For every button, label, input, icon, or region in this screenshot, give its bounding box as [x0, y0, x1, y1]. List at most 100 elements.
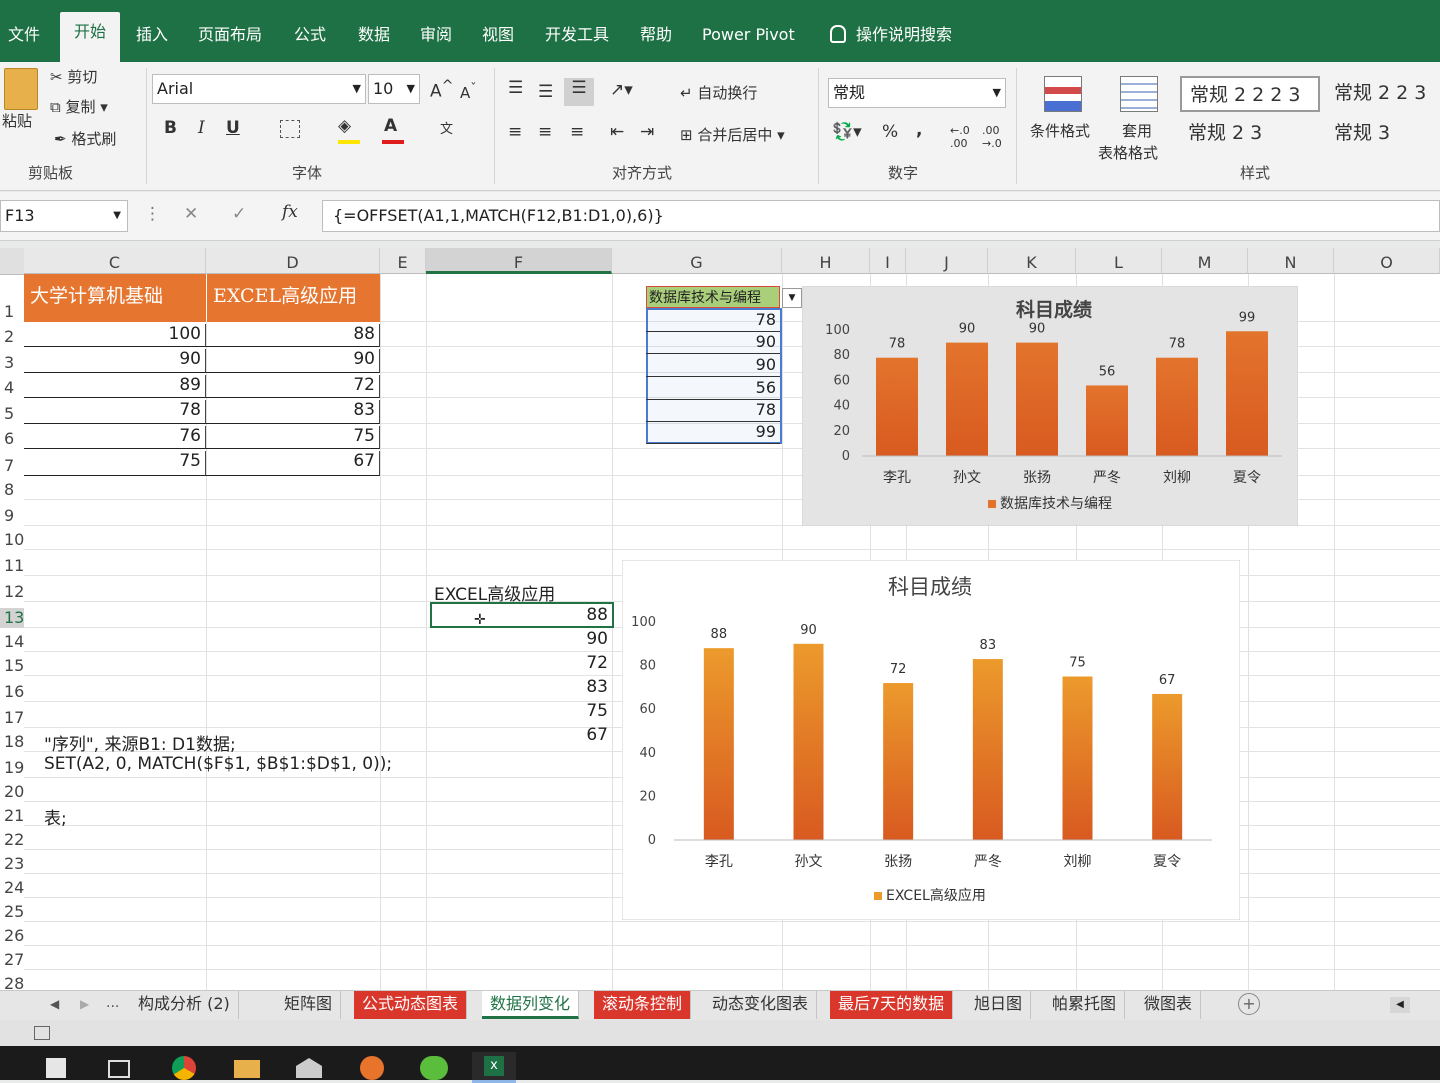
table-header-d[interactable]: EXCEL高级应用 [206, 274, 380, 322]
row-header[interactable]: 25 [0, 902, 24, 922]
align-bottom-icon[interactable]: ☰ [564, 78, 594, 106]
column-header-h[interactable]: H [782, 248, 870, 274]
cell-style-3[interactable]: 常规 2 3 [1180, 116, 1320, 152]
font-size-select[interactable]: 10 ▼ [368, 74, 420, 104]
more-options-icon[interactable]: ⋮ [144, 204, 161, 224]
table-format-label-2[interactable]: 表格格式 [1098, 142, 1158, 163]
copy-button[interactable]: ⧉ 复制 ▾ [50, 96, 108, 117]
sheet-tab[interactable]: 微图表 [1136, 991, 1202, 1019]
row-header[interactable]: 4 [0, 378, 24, 398]
macro-record-icon[interactable] [34, 1026, 50, 1040]
table-cell[interactable]: 83 [206, 400, 380, 424]
tab-developer[interactable]: 开发工具 [537, 20, 617, 62]
row-header[interactable]: 23 [0, 854, 24, 874]
italic-button[interactable]: I [198, 118, 205, 138]
tab-data[interactable]: 数据 [350, 20, 398, 62]
column-header-o[interactable]: O [1334, 248, 1440, 274]
add-sheet-icon[interactable]: + [1238, 993, 1260, 1015]
row-header[interactable]: 1 [0, 302, 24, 322]
excel-taskbar-button[interactable]: x [472, 1052, 516, 1083]
row-header[interactable]: 5 [0, 404, 24, 424]
table-header-c[interactable]: 大学计算机基础 [24, 274, 206, 322]
currency-icon[interactable]: 💱▾ [832, 122, 862, 142]
sheet-tab[interactable]: 构成分析 (2) [130, 991, 239, 1019]
table-cell[interactable]: 75 [206, 426, 380, 449]
subject-dropdown-cell[interactable]: 数据库技术与编程 [646, 286, 780, 308]
row-header[interactable]: 8 [0, 480, 24, 500]
phonetic-icon[interactable]: 文 [440, 118, 453, 137]
table-cell[interactable]: 76 [24, 426, 206, 449]
dynamic-value-cell[interactable]: 88 [430, 605, 612, 625]
table-cell[interactable]: 78 [24, 400, 206, 424]
table-cell[interactable]: 100 [24, 324, 206, 347]
align-top-icon[interactable]: ☰ [508, 78, 523, 98]
column-header-e[interactable]: E [380, 248, 426, 274]
name-box[interactable]: F13 ▼ [0, 200, 128, 232]
column-header-m[interactable]: M [1162, 248, 1248, 274]
percent-button[interactable]: % [882, 122, 898, 142]
cancel-icon[interactable]: ✕ [184, 204, 198, 224]
format-painter-button[interactable]: ✒ 格式刷 [54, 128, 116, 149]
row-header[interactable]: 27 [0, 950, 24, 970]
align-left-icon[interactable]: ≡ [508, 122, 522, 142]
sheet-tab[interactable]: 帕累托图 [1044, 991, 1126, 1019]
column-header-l[interactable]: L [1076, 248, 1162, 274]
table-format-icon[interactable] [1120, 76, 1158, 112]
row-header[interactable]: 15 [0, 656, 24, 676]
task-view-icon[interactable] [108, 1060, 130, 1078]
column-header-d[interactable]: D [206, 248, 380, 274]
conditional-format-icon[interactable] [1044, 76, 1082, 112]
row-header[interactable]: 12 [0, 582, 24, 602]
windows-start-icon[interactable] [46, 1058, 66, 1078]
chrome-icon[interactable] [172, 1056, 196, 1080]
comma-button[interactable]: , [916, 120, 922, 140]
dynamic-value-cell[interactable]: 72 [430, 653, 612, 673]
row-header[interactable]: 3 [0, 353, 24, 373]
row-header[interactable]: 13 [0, 608, 24, 628]
subject-score-chart-top[interactable]: 科目成绩 0 20 40 60 80 100 78 李孔 90 孙文 90 张扬 56 严冬 78 刘柳 99 夏令… [802, 286, 1298, 526]
paste-button[interactable]: 粘贴 [2, 110, 32, 131]
table-cell[interactable]: 88 [206, 324, 380, 347]
table-format-label-1[interactable]: 套用 [1122, 120, 1152, 141]
scroll-left-icon[interactable]: ◀ [50, 997, 59, 1011]
decrease-font-icon[interactable]: Aˇ [460, 80, 477, 102]
dynamic-value-cell[interactable]: 90 [430, 629, 612, 649]
mail-icon[interactable] [296, 1058, 322, 1078]
table-cell[interactable]: 90 [24, 349, 206, 373]
hscroll-left-icon[interactable]: ◀ [1390, 997, 1410, 1013]
dynamic-value-cell[interactable]: 75 [430, 701, 612, 721]
row-header[interactable]: 20 [0, 782, 24, 802]
cut-button[interactable]: ✂ 剪切 [50, 66, 97, 87]
row-header[interactable]: 26 [0, 926, 24, 946]
formula-input[interactable]: {=OFFSET(A1,1,MATCH(F12,B1:D1,0),6)} [322, 200, 1440, 232]
row-header[interactable]: 24 [0, 878, 24, 898]
worksheet-grid[interactable]: C D E F G H I J K L M N O 1 2 3 4 5 6 7 8 9 10 11 1… [0, 248, 1440, 990]
row-header[interactable]: 11 [0, 556, 24, 576]
sheet-tab[interactable]: 滚动条控制 [594, 991, 692, 1019]
table-cell[interactable]: 90 [206, 349, 380, 373]
align-middle-icon[interactable]: ☰ [538, 82, 553, 102]
column-header-k[interactable]: K [988, 248, 1076, 274]
table-cell[interactable]: 67 [206, 451, 380, 476]
scroll-right-icon[interactable]: ▶ [80, 997, 89, 1011]
row-header[interactable]: 16 [0, 682, 24, 702]
note-row-18[interactable]: "序列", 来源B1: D1数据; [44, 730, 240, 755]
row-header[interactable]: 17 [0, 708, 24, 728]
sheet-tab[interactable]: 动态变化图表 [704, 991, 818, 1019]
row-header[interactable]: 6 [0, 429, 24, 449]
wrap-text-button[interactable]: ↵ 自动换行 [680, 82, 757, 103]
decrease-indent-icon[interactable]: ⇤ [610, 122, 624, 142]
media-player-icon[interactable] [360, 1056, 384, 1080]
table-cell[interactable]: 89 [24, 375, 206, 398]
dropdown-value-cell[interactable]: 56 [646, 378, 780, 400]
row-header[interactable]: 22 [0, 830, 24, 850]
row-header[interactable]: 10 [0, 530, 24, 550]
increase-indent-icon[interactable]: ⇥ [640, 122, 654, 142]
cell-style-4[interactable]: 常规 3 [1326, 116, 1440, 152]
dynamic-value-cell[interactable]: 83 [430, 677, 612, 697]
column-header-n[interactable]: N [1248, 248, 1334, 274]
note-row-21[interactable]: 表; [44, 804, 71, 829]
column-header-g[interactable]: G [612, 248, 782, 274]
column-header-c[interactable]: C [24, 248, 206, 274]
dropdown-value-cell[interactable]: 90 [646, 355, 780, 377]
